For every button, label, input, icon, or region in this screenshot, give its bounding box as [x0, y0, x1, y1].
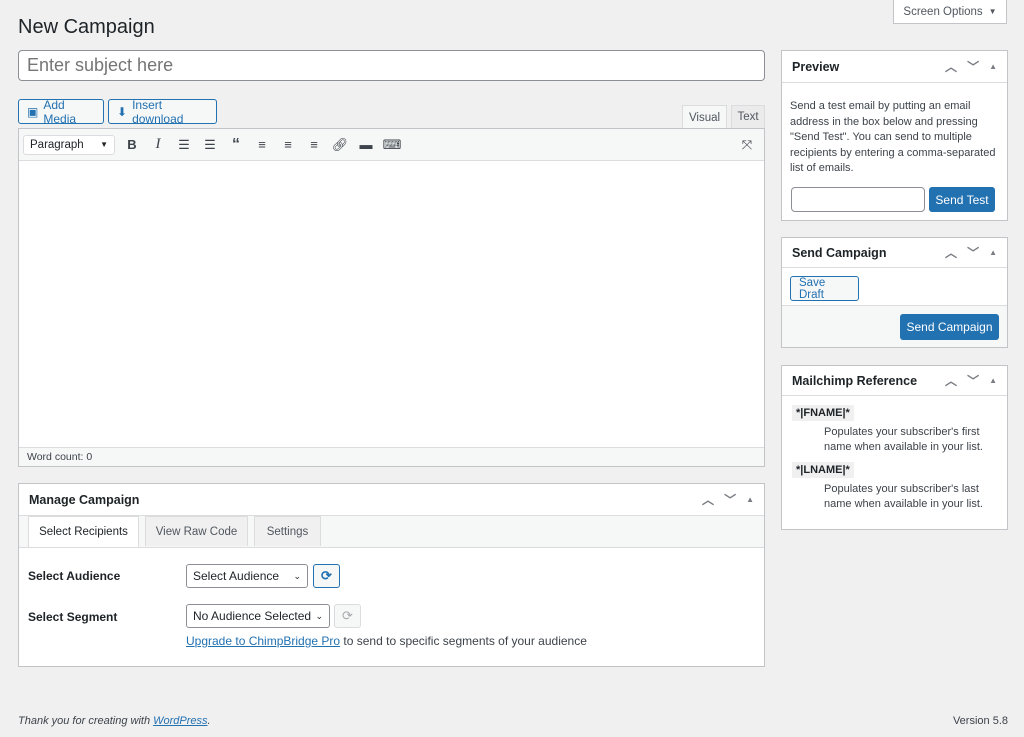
move-down-icon[interactable]: ﹀	[967, 372, 979, 389]
collapse-icon[interactable]: ▲	[989, 248, 997, 257]
move-up-icon[interactable]: ︿	[945, 372, 957, 389]
editor: Paragraph ▼ B I ☰ ☰ “ ≡ ≡ ≡ 🔗︎ ▬ ⌨ ⤧ Word…	[18, 128, 765, 467]
mailchimp-reference-box: Mailchimp Reference ︿ ﹀ ▲ *|FNAME|* Populat…	[781, 365, 1008, 530]
merge-tag: *|FNAME|*	[792, 405, 854, 421]
segment-value: No Audience Selected	[193, 609, 312, 623]
insert-download-label: Insert download	[132, 97, 184, 126]
test-email-input[interactable]	[791, 187, 925, 212]
italic-icon[interactable]: I	[145, 136, 171, 153]
upgrade-text: to send to specific segments of your aud…	[340, 634, 587, 648]
audience-label: Select Audience	[28, 569, 121, 583]
move-down-icon[interactable]: ﹀	[967, 244, 979, 261]
align-right-icon[interactable]: ≡	[301, 137, 327, 152]
move-up-icon[interactable]: ︿	[945, 244, 957, 261]
blockquote-icon[interactable]: “	[223, 136, 249, 154]
move-up-icon[interactable]: ︿	[702, 491, 714, 508]
send-campaign-button[interactable]: Send Campaign	[900, 314, 999, 340]
send-campaign-header: Send Campaign ︿ ﹀ ▲	[782, 238, 1007, 268]
audience-value: Select Audience	[193, 569, 280, 583]
link-icon[interactable]: 🔗︎	[327, 137, 353, 153]
page-title: New Campaign	[18, 16, 155, 38]
chevron-down-icon: ⌄	[315, 610, 323, 621]
chevron-down-icon: ⌄	[293, 570, 301, 581]
wordpress-link[interactable]: WordPress	[153, 715, 207, 727]
preview-box: Preview ︿ ﹀ ▲ Send a test email by putting …	[781, 50, 1008, 221]
caret-down-icon: ▼	[988, 7, 997, 16]
collapse-icon[interactable]: ▲	[989, 376, 997, 385]
audience-select[interactable]: Select Audience ⌄	[186, 564, 308, 588]
segment-label: Select Segment	[28, 610, 118, 624]
word-count: Word count: 0	[19, 447, 764, 466]
format-select[interactable]: Paragraph ▼	[23, 134, 115, 155]
segment-select[interactable]: No Audience Selected ⌄	[186, 604, 330, 628]
add-media-label: Add Media	[43, 97, 77, 126]
reference-header: Mailchimp Reference ︿ ﹀ ▲	[782, 366, 1007, 396]
refresh-icon: ⟳	[342, 608, 353, 623]
tab-visual[interactable]: Visual	[682, 105, 727, 129]
numbered-list-icon[interactable]: ☰	[197, 137, 223, 153]
send-campaign-box: Send Campaign ︿ ﹀ ▲ Save Draft Send Campaig…	[781, 237, 1008, 348]
save-draft-button[interactable]: Save Draft	[790, 276, 859, 301]
upgrade-link[interactable]: Upgrade to ChimpBridge Pro	[186, 634, 340, 648]
footer-thanks: Thank you for creating with WordPress.	[18, 715, 211, 727]
tab-select-recipients[interactable]: Select Recipients	[28, 516, 139, 547]
move-up-icon[interactable]: ︿	[945, 58, 957, 75]
refresh-audience-button[interactable]: ⟳	[313, 564, 340, 588]
merge-tag-item: *|FNAME|* Populates your subscriber's fi…	[792, 404, 997, 455]
refresh-segment-button: ⟳	[334, 604, 361, 628]
send-test-button[interactable]: Send Test	[929, 187, 995, 212]
manage-campaign-title: Manage Campaign	[29, 492, 140, 507]
insert-download-button[interactable]: ⬇ Insert download	[108, 97, 217, 126]
collapse-icon[interactable]: ▲	[746, 495, 754, 504]
screen-options-label: Screen Options	[903, 5, 983, 18]
editor-toolbar: Paragraph ▼ B I ☰ ☰ “ ≡ ≡ ≡ 🔗︎ ▬ ⌨ ⤧	[19, 129, 764, 161]
subject-input[interactable]	[18, 50, 765, 81]
preview-header: Preview ︿ ﹀ ▲	[782, 51, 1007, 83]
editor-content[interactable]	[19, 161, 764, 447]
merge-tag: *|LNAME|*	[792, 462, 854, 478]
tab-text[interactable]: Text	[731, 105, 765, 128]
footer-version: Version 5.8	[952, 715, 1008, 727]
download-icon: ⬇	[117, 104, 128, 119]
read-more-icon[interactable]: ▬	[353, 137, 379, 152]
screen-options-button[interactable]: Screen Options ▼	[893, 0, 1007, 24]
footer-text-end: .	[207, 715, 211, 727]
move-down-icon[interactable]: ﹀	[724, 491, 736, 508]
merge-tag-description: Populates your subscriber's first name w…	[824, 426, 983, 453]
preview-title: Preview	[792, 59, 840, 74]
manage-campaign-header: Manage Campaign ︿ ﹀ ▲	[19, 484, 764, 516]
send-campaign-title: Send Campaign	[792, 245, 887, 260]
reference-title: Mailchimp Reference	[792, 373, 918, 388]
refresh-icon: ⟳	[321, 568, 332, 583]
tab-view-raw-code[interactable]: View Raw Code	[145, 516, 248, 546]
collapse-icon[interactable]: ▲	[989, 62, 997, 71]
format-value: Paragraph	[30, 138, 84, 151]
merge-tag-item: *|LNAME|* Populates your subscriber's la…	[792, 461, 997, 512]
upgrade-note: Upgrade to ChimpBridge Pro to send to sp…	[186, 634, 587, 648]
toolbar-toggle-icon[interactable]: ⌨	[379, 137, 405, 153]
bullet-list-icon[interactable]: ☰	[171, 137, 197, 153]
move-down-icon[interactable]: ﹀	[967, 58, 979, 75]
align-center-icon[interactable]: ≡	[275, 137, 301, 152]
caret-down-icon: ▼	[100, 140, 108, 149]
tab-settings[interactable]: Settings	[254, 516, 321, 546]
fullscreen-icon[interactable]: ⤧	[734, 137, 760, 153]
media-icon: ▣	[27, 104, 39, 119]
preview-description: Send a test email by putting an email ad…	[790, 100, 996, 174]
align-left-icon[interactable]: ≡	[249, 137, 275, 152]
footer-text: Thank you for creating with	[18, 715, 154, 727]
bold-icon[interactable]: B	[119, 137, 145, 152]
merge-tag-description: Populates your subscriber's last name wh…	[824, 483, 983, 510]
add-media-button[interactable]: ▣ Add Media	[18, 97, 104, 126]
